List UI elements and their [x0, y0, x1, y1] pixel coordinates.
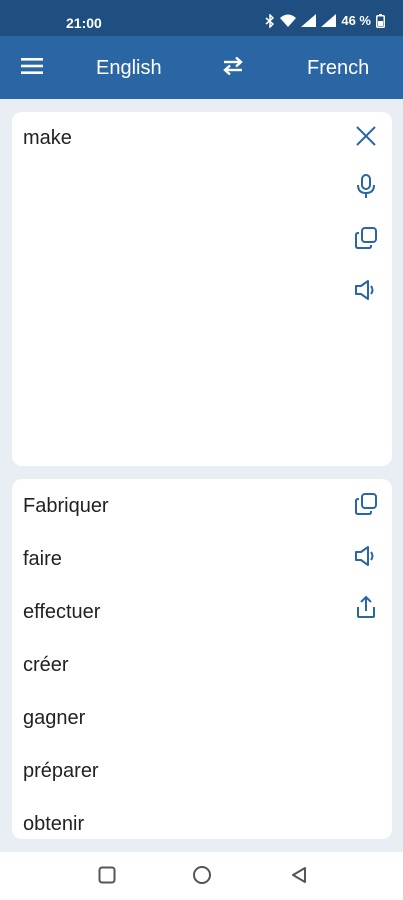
status-bar: 21:00 46 %: [0, 0, 403, 36]
voice-input-button[interactable]: [350, 173, 382, 205]
result-item[interactable]: Fabriquer: [23, 493, 109, 546]
home-icon: [192, 865, 212, 890]
input-text[interactable]: make: [23, 127, 72, 150]
battery-text: 46 %: [341, 13, 371, 28]
speaker-icon: [354, 279, 378, 306]
target-language-selector[interactable]: French: [307, 56, 369, 80]
menu-button[interactable]: [18, 54, 46, 82]
signal-icon: [301, 14, 317, 27]
close-icon: [355, 125, 377, 152]
battery-icon: [376, 13, 385, 28]
copy-icon: [354, 226, 378, 255]
speaker-icon: [354, 545, 378, 572]
swap-icon: [221, 56, 245, 81]
result-item[interactable]: faire: [23, 546, 109, 599]
status-time: 21:00: [66, 15, 102, 31]
copy-result-button[interactable]: [350, 490, 382, 522]
results-card: Fabriquer faire effectuer créer gagner p…: [12, 479, 392, 839]
menu-icon: [20, 57, 44, 80]
back-icon: [290, 866, 308, 889]
input-card: make: [12, 112, 392, 466]
result-item[interactable]: gagner: [23, 705, 109, 758]
microphone-icon: [355, 173, 377, 205]
home-button[interactable]: [189, 864, 215, 890]
status-icons: 46 %: [265, 13, 385, 28]
wifi-icon: [280, 14, 297, 27]
result-item[interactable]: préparer: [23, 758, 109, 811]
speak-input-button[interactable]: [350, 276, 382, 308]
result-item[interactable]: créer: [23, 652, 109, 705]
share-icon: [355, 595, 377, 624]
recent-apps-icon: [98, 866, 116, 889]
copy-input-button[interactable]: [350, 224, 382, 256]
source-language-selector[interactable]: English: [96, 56, 162, 80]
copy-icon: [354, 492, 378, 521]
result-item[interactable]: obtenir: [23, 811, 109, 839]
speak-result-button[interactable]: [350, 542, 382, 574]
clear-button[interactable]: [350, 122, 382, 154]
recent-apps-button[interactable]: [94, 864, 120, 890]
app-bar: English French: [0, 36, 403, 99]
back-button[interactable]: [286, 864, 312, 890]
signal-icon-2: [321, 14, 337, 27]
bluetooth-icon: [265, 13, 275, 28]
swap-languages-button[interactable]: [218, 54, 248, 82]
share-result-button[interactable]: [350, 593, 382, 625]
system-nav-bar: [0, 852, 403, 900]
result-item[interactable]: effectuer: [23, 599, 109, 652]
result-list: Fabriquer faire effectuer créer gagner p…: [23, 493, 109, 839]
